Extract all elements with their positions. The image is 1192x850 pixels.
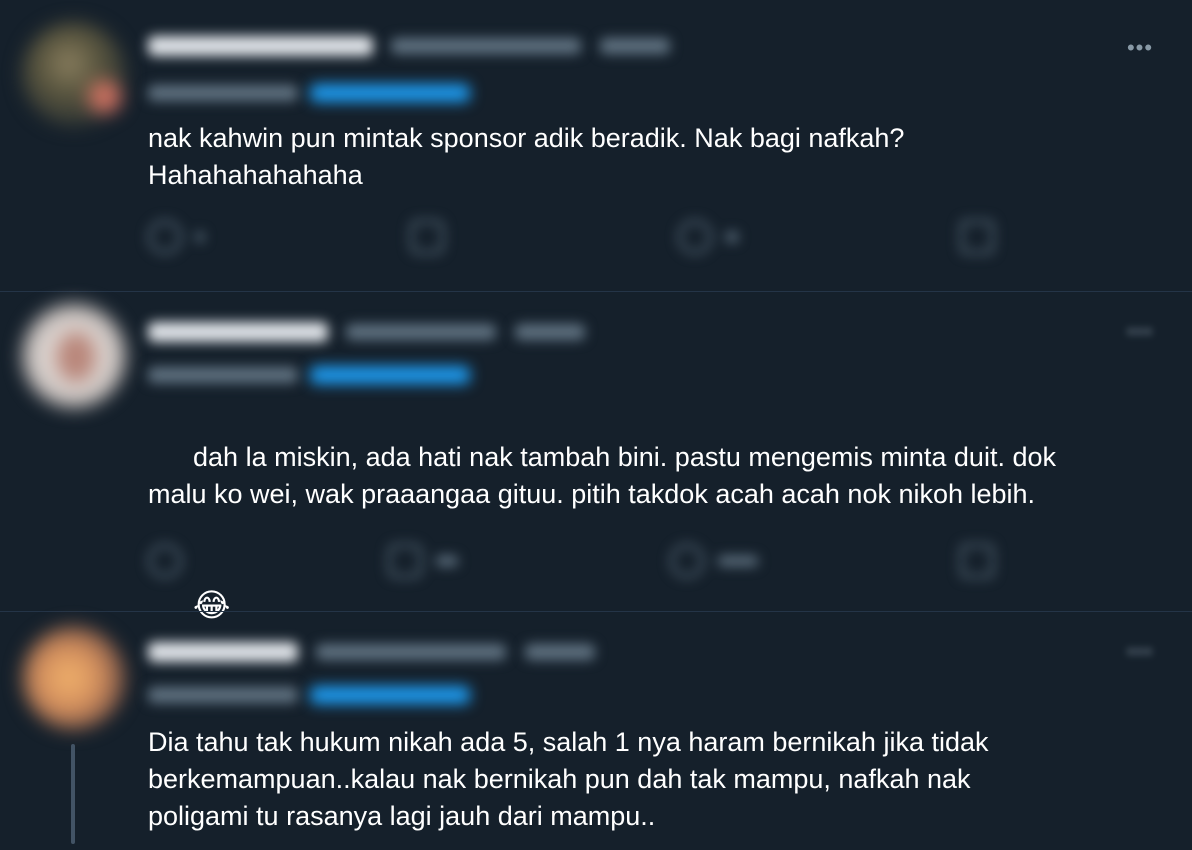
mention-link[interactable] (310, 366, 471, 384)
tweet-text: nak kahwin pun mintak sponsor adik berad… (148, 123, 905, 190)
thread-connector (71, 744, 75, 844)
reply-icon (148, 544, 182, 578)
replying-to (148, 84, 471, 102)
retweet-button[interactable] (410, 220, 444, 260)
tweet-actions (148, 220, 1048, 260)
reply-button[interactable] (148, 220, 204, 260)
more-horizontal-icon[interactable]: ••• (1120, 36, 1160, 60)
like-count (718, 556, 758, 566)
retweet-icon (410, 220, 444, 254)
share-icon (960, 220, 994, 254)
more-horizontal-icon[interactable]: ••• (1120, 320, 1160, 344)
tweet-text: Dia tahu tak hukum nikah ada 5, salah 1 … (148, 727, 989, 831)
replying-to (148, 366, 471, 384)
display-name[interactable] (148, 642, 298, 662)
more-horizontal-icon[interactable]: ••• (1120, 640, 1160, 664)
replying-to (148, 686, 471, 704)
retweet-button[interactable] (388, 544, 458, 584)
timestamp[interactable] (514, 324, 585, 340)
reply-icon (148, 220, 182, 254)
mention-link[interactable] (310, 84, 471, 102)
tweet-actions (148, 544, 1048, 584)
timestamp[interactable] (599, 38, 670, 54)
avatar[interactable] (22, 22, 126, 126)
replying-to-label (148, 367, 298, 383)
like-count (726, 232, 738, 242)
tweet-header (148, 36, 670, 56)
user-handle[interactable] (346, 324, 497, 340)
timestamp[interactable] (524, 644, 595, 660)
reply-count (196, 232, 204, 242)
retweet-icon (388, 544, 422, 578)
mention-link[interactable] (310, 686, 471, 704)
tweet[interactable]: ••• nak kahwin pun mintak sponsor adik b… (0, 0, 1192, 290)
like-icon (678, 220, 712, 254)
timeline: ••• nak kahwin pun mintak sponsor adik b… (0, 0, 1192, 850)
display-name[interactable] (148, 36, 373, 56)
like-button[interactable] (670, 544, 758, 584)
like-icon (670, 544, 704, 578)
user-handle[interactable] (316, 644, 507, 660)
like-button[interactable] (678, 220, 738, 260)
tweet-header (148, 322, 585, 342)
share-icon (960, 544, 994, 578)
retweet-count (436, 556, 458, 566)
avatar[interactable] (22, 626, 126, 730)
tweet[interactable]: ••• Dia tahu tak hukum nikah ada 5, sala… (0, 612, 1192, 850)
avatar[interactable] (22, 304, 126, 408)
share-button[interactable] (960, 220, 994, 260)
replying-to-label (148, 85, 298, 101)
tweet-header (148, 642, 595, 662)
display-name[interactable] (148, 322, 328, 342)
user-handle[interactable] (391, 38, 582, 54)
reply-button[interactable] (148, 544, 182, 584)
replying-to-label (148, 687, 298, 703)
share-button[interactable] (960, 544, 994, 584)
tweet[interactable]: ••• dah la miskin, ada hati nak tambah b… (0, 292, 1192, 623)
tweet-text-body: dah la miskin, ada hati nak tambah bini.… (148, 442, 1056, 509)
